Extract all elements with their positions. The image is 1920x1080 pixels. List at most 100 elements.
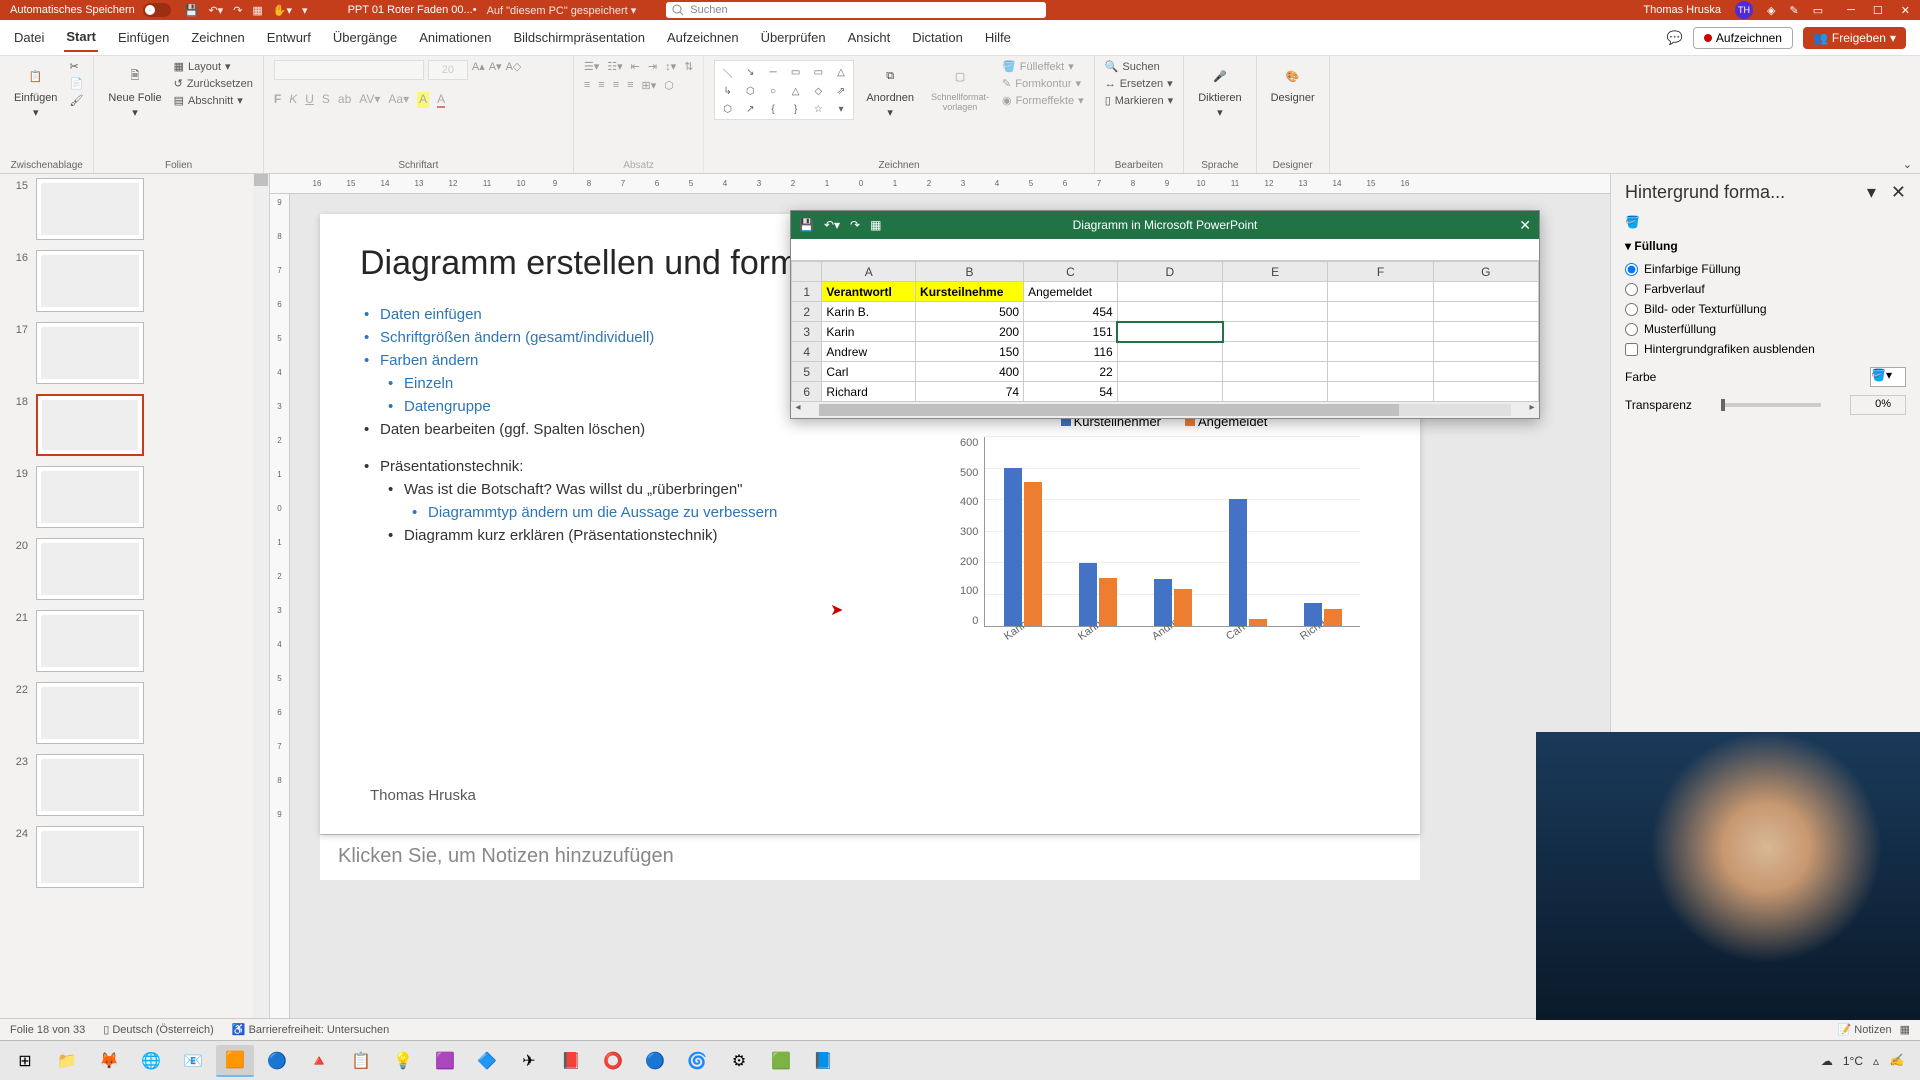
thumb-22[interactable]: 22: [8, 682, 261, 744]
settings-icon[interactable]: ⚙: [720, 1045, 758, 1077]
record-button[interactable]: Aufzeichnen: [1693, 27, 1793, 49]
shadow-button[interactable]: ab: [338, 92, 351, 108]
minimize-icon[interactable]: ─: [1847, 4, 1855, 17]
avatar[interactable]: TH: [1735, 1, 1753, 19]
tab-datei[interactable]: Datei: [12, 24, 46, 51]
shape-fill-button[interactable]: 🪣 Fülleffekt ▾: [1002, 60, 1084, 73]
redo-icon[interactable]: ↷: [233, 4, 242, 17]
tab-ansicht[interactable]: Ansicht: [846, 24, 893, 51]
app6-icon[interactable]: ⭕: [594, 1045, 632, 1077]
powerpoint-icon[interactable]: 🟧: [216, 1045, 254, 1077]
thumb-19[interactable]: 19: [8, 466, 261, 528]
copy-button[interactable]: 📄: [69, 77, 83, 90]
chrome-icon[interactable]: 🌐: [132, 1045, 170, 1077]
section-button[interactable]: ▤ Abschnitt ▾: [174, 94, 253, 107]
ds-scroll-h[interactable]: ◂▸: [791, 402, 1539, 418]
app4-icon[interactable]: 🔷: [468, 1045, 506, 1077]
onenote-icon[interactable]: 🟪: [426, 1045, 464, 1077]
fill-pattern[interactable]: Musterfüllung: [1625, 319, 1906, 339]
replace-button[interactable]: ↔ Ersetzen ▾: [1105, 77, 1174, 90]
tab-dictation[interactable]: Dictation: [910, 24, 965, 51]
layout-button[interactable]: ▦ Layout ▾: [174, 60, 253, 73]
tab-animationen[interactable]: Animationen: [417, 24, 493, 51]
autosave[interactable]: Automatisches Speichern: [10, 3, 171, 17]
ds-grid-icon[interactable]: ▦: [870, 218, 881, 232]
tab-praesentation[interactable]: Bildschirmpräsentation: [511, 24, 647, 51]
format-tab-icon[interactable]: 🪣: [1625, 215, 1906, 229]
align-left-button[interactable]: ≡: [584, 79, 590, 92]
tab-hilfe[interactable]: Hilfe: [983, 24, 1013, 51]
accessibility[interactable]: ♿ Barrierefreiheit: Untersuchen: [232, 1023, 389, 1036]
shape-outline-button[interactable]: ✎ Formkontur ▾: [1002, 77, 1084, 90]
thumb-24[interactable]: 24: [8, 826, 261, 888]
thumb-15[interactable]: 15: [8, 178, 261, 240]
slide-counter[interactable]: Folie 18 von 33: [10, 1024, 85, 1036]
comments-icon[interactable]: 💬: [1667, 30, 1683, 46]
thumb-20[interactable]: 20: [8, 538, 261, 600]
align-center-button[interactable]: ≡: [598, 79, 604, 92]
arrange-button[interactable]: ⧉Anordnen▾: [862, 60, 918, 121]
thumb-16[interactable]: 16: [8, 250, 261, 312]
grow-font-icon[interactable]: A▴: [472, 60, 485, 80]
find-button[interactable]: 🔍 Suchen: [1105, 60, 1174, 73]
font-size-input[interactable]: [428, 60, 468, 80]
app9-icon[interactable]: 📘: [804, 1045, 842, 1077]
color-button[interactable]: 🪣▾: [1870, 367, 1906, 387]
quick-styles-button[interactable]: ▢Schnellformat-vorlagen: [926, 60, 994, 114]
font-family-input[interactable]: [274, 60, 424, 80]
user-name[interactable]: Thomas Hruska: [1643, 4, 1721, 16]
case-button[interactable]: Aa▾: [388, 92, 409, 108]
app-icon[interactable]: 🔵: [258, 1045, 296, 1077]
document-name[interactable]: PPT 01 Roter Faden 00...: [348, 4, 473, 16]
designer-button[interactable]: 🎨Designer: [1267, 60, 1319, 106]
transp-slider[interactable]: [1721, 403, 1821, 407]
excel-icon[interactable]: 🟩: [762, 1045, 800, 1077]
app5-icon[interactable]: 📕: [552, 1045, 590, 1077]
window-icon[interactable]: ▭: [1813, 4, 1823, 17]
language[interactable]: ▯ Deutsch (Österreich): [103, 1023, 214, 1036]
clear-format-icon[interactable]: A◇: [506, 60, 522, 80]
autosave-toggle[interactable]: [143, 3, 171, 17]
thumbs-scrollbar[interactable]: [253, 174, 269, 1018]
app3-icon[interactable]: 💡: [384, 1045, 422, 1077]
shrink-font-icon[interactable]: A▾: [489, 60, 502, 80]
spacing-button[interactable]: AV▾: [359, 92, 380, 108]
smartart-button[interactable]: ⬡: [664, 79, 674, 92]
thumb-17[interactable]: 17: [8, 322, 261, 384]
tray-more-icon[interactable]: ▵: [1873, 1054, 1879, 1068]
new-slide-button[interactable]: 🗎Neue Folie▾: [104, 60, 165, 121]
tab-einfuegen[interactable]: Einfügen: [116, 24, 171, 51]
doc-dropdown-icon[interactable]: •: [473, 4, 477, 16]
explorer-icon[interactable]: 📁: [48, 1045, 86, 1077]
format-painter-button[interactable]: 🖌: [69, 94, 83, 107]
view-normal-icon[interactable]: ▦: [1900, 1023, 1910, 1036]
thumb-23[interactable]: 23: [8, 754, 261, 816]
touch-icon[interactable]: ✋▾: [273, 4, 292, 17]
search-box[interactable]: Suchen: [666, 2, 1046, 18]
justify-button[interactable]: ≡: [627, 79, 633, 92]
format-close-icon[interactable]: ✕: [1891, 182, 1906, 202]
shapes-gallery[interactable]: ＼↘─▭▭△ ↳⬡○△◇⇗ ⬡↗{}☆▾: [714, 60, 854, 120]
telegram-icon[interactable]: ✈: [510, 1045, 548, 1077]
dictate-button[interactable]: 🎤Diktieren▾: [1194, 60, 1245, 121]
bold-button[interactable]: F: [274, 92, 281, 108]
pen-icon[interactable]: ✎: [1789, 4, 1798, 17]
font-color-button[interactable]: A: [437, 92, 445, 108]
tab-entwurf[interactable]: Entwurf: [265, 24, 313, 51]
notes-toggle[interactable]: 📝 Notizen: [1838, 1023, 1892, 1036]
vlc-icon[interactable]: 🔺: [300, 1045, 338, 1077]
fill-solid[interactable]: Einfarbige Füllung: [1625, 259, 1906, 279]
ds-redo-icon[interactable]: ↷: [850, 218, 860, 232]
format-dropdown-icon[interactable]: ▾: [1867, 182, 1876, 202]
chart-datasheet[interactable]: 💾 ↶▾ ↷ ▦ Diagramm in Microsoft PowerPoin…: [790, 210, 1540, 419]
fill-picture[interactable]: Bild- oder Texturfüllung: [1625, 299, 1906, 319]
app2-icon[interactable]: 📋: [342, 1045, 380, 1077]
qat-more-icon[interactable]: ▾: [302, 4, 308, 17]
app8-icon[interactable]: 🌀: [678, 1045, 716, 1077]
firefox-icon[interactable]: 🦊: [90, 1045, 128, 1077]
formula-bar[interactable]: [791, 239, 1539, 261]
start-button[interactable]: ⊞: [6, 1045, 44, 1077]
data-grid[interactable]: ABCDEFG 1VerantwortlKursteilnehmeAngemel…: [791, 261, 1539, 402]
text-direction-button[interactable]: ⇅: [684, 60, 693, 73]
transp-value[interactable]: 0%: [1850, 395, 1906, 415]
